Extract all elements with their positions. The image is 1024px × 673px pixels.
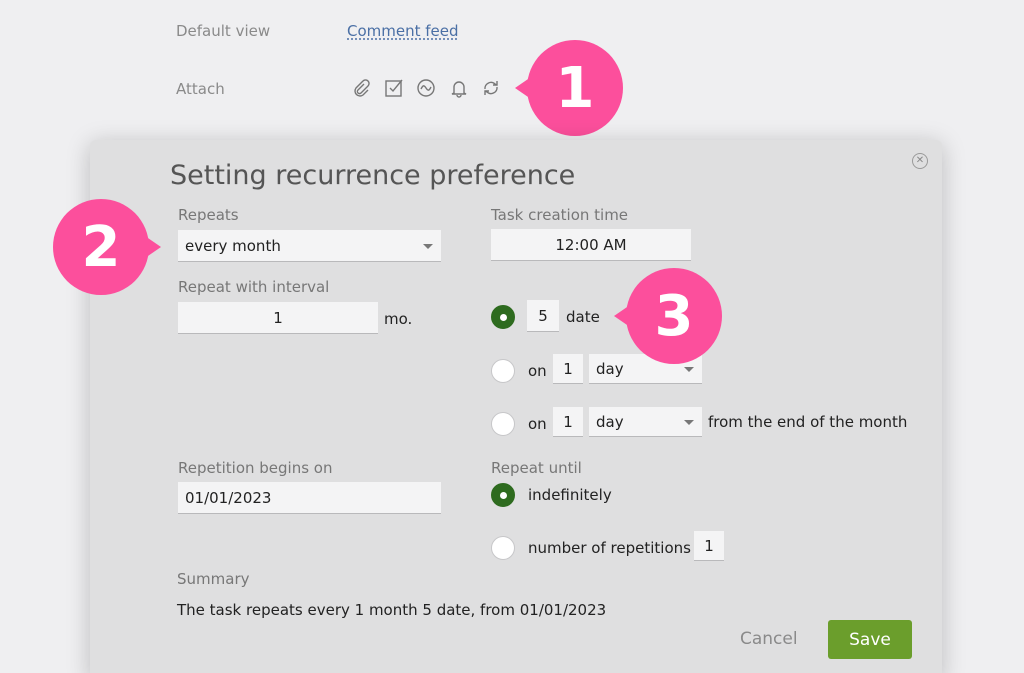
date-suffix: date bbox=[566, 308, 600, 326]
from-end-unit-select[interactable]: day bbox=[589, 407, 702, 437]
repeat-until-label: Repeat until bbox=[491, 459, 582, 477]
from-end-suffix: from the end of the month bbox=[708, 413, 908, 431]
task-creation-time-label: Task creation time bbox=[491, 206, 629, 224]
radio-on-day-option[interactable] bbox=[491, 359, 515, 383]
repeat-interval-label: Repeat with interval bbox=[178, 278, 330, 296]
radio-number-of-repetitions[interactable] bbox=[491, 536, 515, 560]
repeat-icon[interactable] bbox=[480, 77, 502, 99]
number-of-repetitions-value: 1 bbox=[704, 536, 714, 555]
chevron-down-icon bbox=[684, 419, 694, 425]
task-creation-time-input[interactable]: 12:00 AM bbox=[491, 229, 691, 261]
on-day-prefix: on bbox=[528, 362, 547, 380]
default-view-label: Default view bbox=[176, 22, 271, 40]
chevron-down-icon bbox=[423, 243, 433, 249]
repeat-interval-value: 1 bbox=[273, 308, 283, 327]
recurrence-dialog: ✕ Setting recurrence preference Repeats … bbox=[90, 140, 942, 673]
paperclip-icon[interactable] bbox=[350, 77, 372, 99]
close-icon[interactable]: ✕ bbox=[912, 153, 928, 169]
summary-label: Summary bbox=[177, 570, 250, 588]
repeat-interval-unit: mo. bbox=[384, 310, 413, 328]
number-of-repetitions-label: number of repetitions bbox=[528, 539, 691, 557]
on-day-number-value: 1 bbox=[563, 359, 573, 378]
save-button[interactable]: Save bbox=[828, 620, 912, 659]
checkbox-icon[interactable] bbox=[383, 77, 405, 99]
summary-text: The task repeats every 1 month 5 date, f… bbox=[177, 601, 607, 619]
dialog-title: Setting recurrence preference bbox=[170, 160, 576, 191]
bell-icon[interactable] bbox=[448, 77, 470, 99]
attach-label: Attach bbox=[176, 80, 225, 98]
from-end-number-input[interactable]: 1 bbox=[553, 407, 583, 437]
repetition-begins-input[interactable]: 01/01/2023 bbox=[178, 482, 441, 514]
callout-badge-2: 2 bbox=[53, 199, 161, 295]
radio-indefinitely[interactable] bbox=[491, 483, 515, 507]
comment-feed-link[interactable]: Comment feed bbox=[347, 22, 459, 40]
indefinitely-label: indefinitely bbox=[528, 486, 612, 504]
radio-date-option[interactable] bbox=[491, 305, 515, 329]
repeats-select[interactable]: every month bbox=[178, 230, 441, 262]
from-end-unit-value: day bbox=[596, 412, 624, 431]
task-creation-time-value: 12:00 AM bbox=[555, 235, 627, 254]
callout-badge-1: 1 bbox=[515, 40, 623, 136]
cancel-button[interactable]: Cancel bbox=[740, 629, 798, 649]
on-day-number-input[interactable]: 1 bbox=[553, 354, 583, 384]
date-number-value: 5 bbox=[538, 306, 548, 325]
on-day-unit-value: day bbox=[596, 359, 624, 378]
callout-badge-3: 3 bbox=[614, 268, 722, 364]
repeats-value: every month bbox=[185, 236, 281, 255]
number-of-repetitions-input[interactable]: 1 bbox=[694, 531, 724, 561]
repetition-begins-label: Repetition begins on bbox=[178, 459, 333, 477]
wave-icon[interactable] bbox=[415, 77, 437, 99]
date-number-input[interactable]: 5 bbox=[527, 300, 559, 332]
repeat-interval-input[interactable]: 1 bbox=[178, 302, 378, 334]
repeats-label: Repeats bbox=[178, 206, 239, 224]
from-end-number-value: 1 bbox=[563, 412, 573, 431]
radio-from-end-option[interactable] bbox=[491, 412, 515, 436]
repetition-begins-value: 01/01/2023 bbox=[185, 488, 272, 507]
from-end-prefix: on bbox=[528, 415, 547, 433]
chevron-down-icon bbox=[684, 366, 694, 372]
